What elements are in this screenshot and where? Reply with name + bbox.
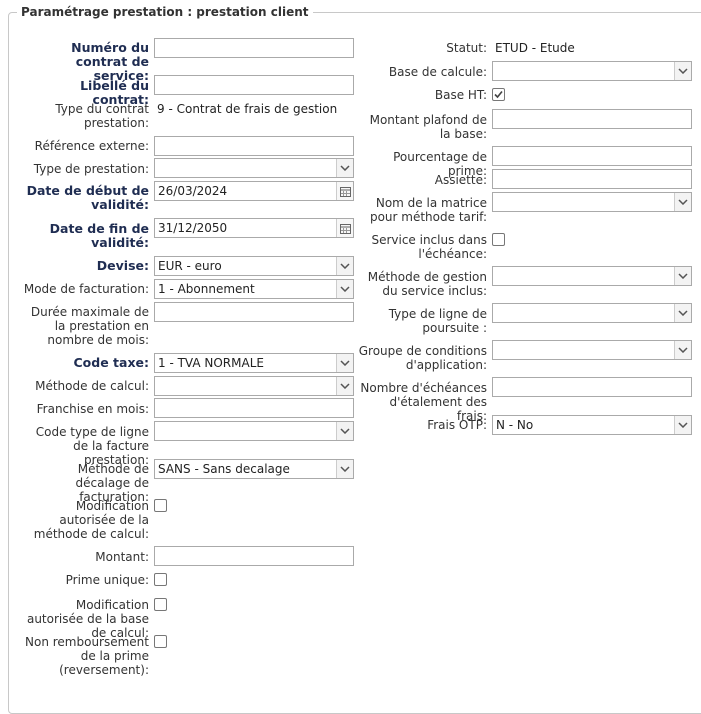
- montant-input[interactable]: [154, 546, 354, 566]
- methode-gestion-label: Méthode de gestion du service inclus:: [367, 270, 487, 298]
- date-fin-input[interactable]: 31/12/2050: [154, 218, 354, 238]
- chevron-down-icon[interactable]: [336, 354, 353, 372]
- service-inclus-checkbox[interactable]: [492, 233, 505, 246]
- type-ligne-poursuite-label: Type de ligne de poursuite :: [388, 307, 487, 335]
- methode-gestion-select[interactable]: [492, 266, 692, 286]
- modif-base-calcul-checkbox[interactable]: [154, 598, 167, 611]
- reference-externe-label: Référence externe:: [34, 139, 149, 153]
- chevron-down-icon[interactable]: [674, 193, 691, 211]
- non-remboursement-checkbox[interactable]: [154, 635, 167, 648]
- statut-label: Statut:: [446, 41, 487, 55]
- assiette-label: Assiette:: [434, 173, 487, 187]
- code-type-ligne-label: Code type de ligne de la facture prestat…: [35, 425, 149, 467]
- chevron-down-icon[interactable]: [674, 62, 691, 80]
- chevron-down-icon[interactable]: [674, 416, 691, 434]
- chevron-down-icon[interactable]: [336, 280, 353, 298]
- duree-max-input[interactable]: [154, 302, 354, 322]
- nombre-echeances-input[interactable]: [492, 377, 692, 397]
- code-taxe-label: Code taxe:: [73, 355, 150, 370]
- montant-plafond-input[interactable]: [492, 109, 692, 129]
- code-type-ligne-select[interactable]: [154, 421, 354, 441]
- methode-decalage-label: Méthode de décalage de facturation:: [75, 462, 149, 504]
- modif-base-calcul-label: Modification autorisée de la base de cal…: [26, 598, 149, 640]
- service-inclus-label: Service inclus dans l'échéance:: [371, 233, 487, 261]
- base-ht-checkbox[interactable]: [492, 88, 505, 101]
- statut-value: ETUD - Etude: [495, 41, 575, 55]
- chevron-down-icon[interactable]: [674, 304, 691, 322]
- chevron-down-icon[interactable]: [336, 460, 353, 478]
- date-debut-label: Date de début de validité:: [26, 183, 149, 212]
- numero-contrat-input[interactable]: [154, 38, 354, 58]
- type-ligne-poursuite-select[interactable]: [492, 303, 692, 323]
- mode-facturation-label: Mode de facturation:: [23, 282, 149, 296]
- base-calcule-label: Base de calcule:: [388, 65, 487, 79]
- chevron-down-icon[interactable]: [336, 377, 353, 395]
- frais-otp-select[interactable]: N - No: [492, 415, 692, 435]
- chevron-down-icon[interactable]: [674, 341, 691, 359]
- date-debut-input[interactable]: 26/03/2024: [154, 181, 354, 201]
- chevron-down-icon[interactable]: [336, 422, 353, 440]
- calendar-icon[interactable]: [336, 182, 353, 200]
- type-contrat-value: 9 - Contrat de frais de gestion: [157, 102, 338, 116]
- franchise-input[interactable]: [154, 398, 354, 418]
- methode-calcul-select[interactable]: [154, 376, 354, 396]
- pourcentage-prime-input[interactable]: [492, 146, 692, 166]
- reference-externe-input[interactable]: [154, 136, 354, 156]
- devise-label: Devise:: [96, 258, 149, 273]
- devise-select[interactable]: EUR - euro: [154, 256, 354, 276]
- prime-unique-checkbox[interactable]: [154, 573, 167, 586]
- duree-max-label: Durée maximale de la prestation en nombr…: [30, 305, 149, 347]
- code-taxe-select[interactable]: 1 - TVA NORMALE: [154, 353, 354, 373]
- libelle-contrat-input[interactable]: [154, 75, 354, 95]
- numero-contrat-label: Numéro du contrat de service:: [71, 40, 149, 83]
- nombre-echeances-label: Nombre d'échéances d'étalement des frais…: [360, 381, 487, 423]
- chevron-down-icon[interactable]: [336, 159, 353, 177]
- franchise-label: Franchise en mois:: [36, 402, 149, 416]
- nom-matrice-label: Nom de la matrice pour méthode tarif:: [369, 196, 487, 224]
- chevron-down-icon[interactable]: [336, 257, 353, 275]
- modif-methode-calcul-label: Modification autorisée de la méthode de …: [33, 499, 149, 541]
- nom-matrice-select[interactable]: [492, 192, 692, 212]
- type-contrat-label: Type du contrat prestation:: [55, 102, 149, 130]
- montant-label: Montant:: [95, 550, 149, 564]
- groupe-conditions-select[interactable]: [492, 340, 692, 360]
- prime-unique-label: Prime unique:: [65, 573, 149, 587]
- base-calcule-select[interactable]: [492, 61, 692, 81]
- groupe-conditions-label: Groupe de conditions d'application:: [358, 344, 487, 372]
- type-prestation-select[interactable]: [154, 158, 354, 178]
- chevron-down-icon[interactable]: [674, 267, 691, 285]
- fieldset-legend: Paramétrage prestation : prestation clie…: [17, 5, 313, 19]
- mode-facturation-select[interactable]: 1 - Abonnement: [154, 279, 354, 299]
- checkmark-icon: [494, 90, 503, 99]
- methode-decalage-select[interactable]: SANS - Sans decalage: [154, 459, 354, 479]
- calendar-icon[interactable]: [336, 219, 353, 237]
- base-ht-label: Base HT:: [434, 88, 487, 102]
- montant-plafond-label: Montant plafond de la base:: [369, 113, 487, 141]
- modif-methode-calcul-checkbox[interactable]: [154, 499, 167, 512]
- type-prestation-label: Type de prestation:: [33, 162, 149, 176]
- methode-calcul-label: Méthode de calcul:: [35, 379, 149, 393]
- assiette-input[interactable]: [492, 169, 692, 189]
- date-fin-label: Date de fin de validité:: [49, 221, 149, 250]
- frais-otp-label: Frais OTP:: [427, 418, 487, 432]
